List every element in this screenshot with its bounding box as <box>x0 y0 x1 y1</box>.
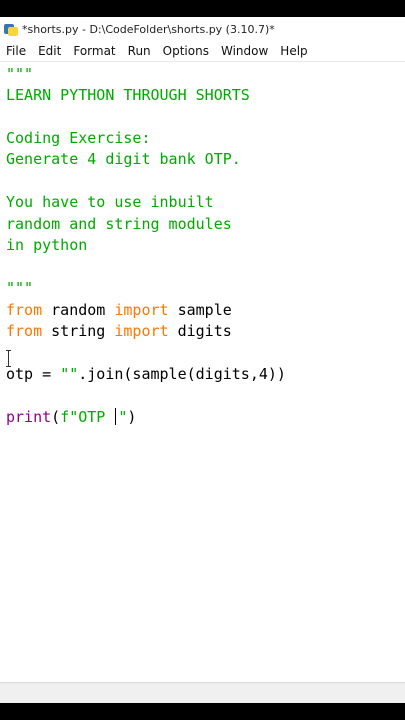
menu-edit[interactable]: Edit <box>32 44 67 58</box>
window-title: *shorts.py - D:\CodeFolder\shorts.py (3.… <box>22 22 275 36</box>
code-line-4: Coding Exercise: <box>6 129 151 147</box>
code-line-5: Generate 4 digit bank OTP. <box>6 150 241 168</box>
menu-run[interactable]: Run <box>122 44 157 58</box>
code-line-11: """ <box>6 279 34 297</box>
menu-help[interactable]: Help <box>274 44 313 58</box>
imported-name: digits <box>168 322 232 340</box>
code-line-12: from random import sample <box>6 300 232 320</box>
module-name: random <box>42 301 115 319</box>
menu-options[interactable]: Options <box>157 44 215 58</box>
join-call: .join(sample(digits,4)) <box>78 365 286 383</box>
module-name: string <box>42 322 115 340</box>
imported-name: sample <box>168 301 232 319</box>
keyword-import: import <box>114 322 169 340</box>
assignment: otp = <box>6 365 61 383</box>
menu-file[interactable]: File <box>0 44 32 58</box>
menu-format[interactable]: Format <box>67 44 121 58</box>
keyword-import: import <box>114 301 169 319</box>
code-line-7: You have to use inbuilt <box>6 193 214 211</box>
python-idle-icon <box>4 22 18 36</box>
code-line-9: in python <box>6 236 88 254</box>
text-caret <box>115 408 117 425</box>
menu-bar: File Edit Format Run Options Window Help <box>0 41 405 62</box>
code-line-1: """ <box>6 65 34 83</box>
code-line-15: otp = "".join(sample(digits,4)) <box>6 364 286 384</box>
keyword-from: from <box>6 322 43 340</box>
menu-window[interactable]: Window <box>215 44 274 58</box>
empty-string: "" <box>60 365 79 383</box>
code-line-17: print(f"OTP ") <box>6 407 136 427</box>
builtin-print: print <box>6 408 52 426</box>
code-line-2: LEARN PYTHON THROUGH SHORTS <box>6 86 250 104</box>
close-paren: ) <box>127 408 137 426</box>
ibeam-mouse-cursor-icon <box>6 349 12 369</box>
open-paren: ( <box>51 408 61 426</box>
code-editor[interactable]: """ LEARN PYTHON THROUGH SHORTS Coding E… <box>0 62 405 682</box>
status-bar <box>0 682 405 703</box>
idle-editor-window: *shorts.py - D:\CodeFolder\shorts.py (3.… <box>0 17 405 703</box>
keyword-from: from <box>6 301 43 319</box>
title-bar: *shorts.py - D:\CodeFolder\shorts.py (3.… <box>0 17 405 41</box>
code-line-8: random and string modules <box>6 215 232 233</box>
code-line-13: from string import digits <box>6 321 232 341</box>
fstring-start: f"OTP <box>60 408 115 426</box>
